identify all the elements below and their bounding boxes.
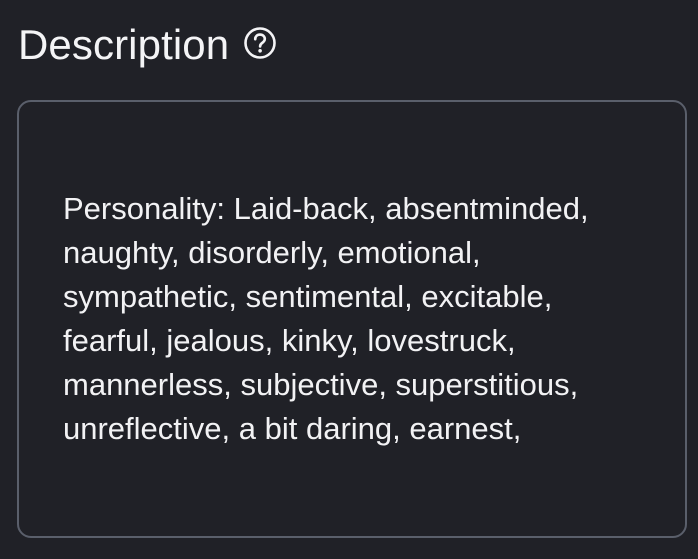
description-title: Description	[18, 21, 230, 68]
description-text: Personality: Laid-back, absentminded, na…	[63, 191, 589, 446]
question-circle-icon[interactable]	[243, 26, 277, 60]
description-textarea[interactable]: Personality: Laid-back, absentminded, na…	[17, 100, 687, 538]
description-header: Description	[18, 20, 277, 70]
